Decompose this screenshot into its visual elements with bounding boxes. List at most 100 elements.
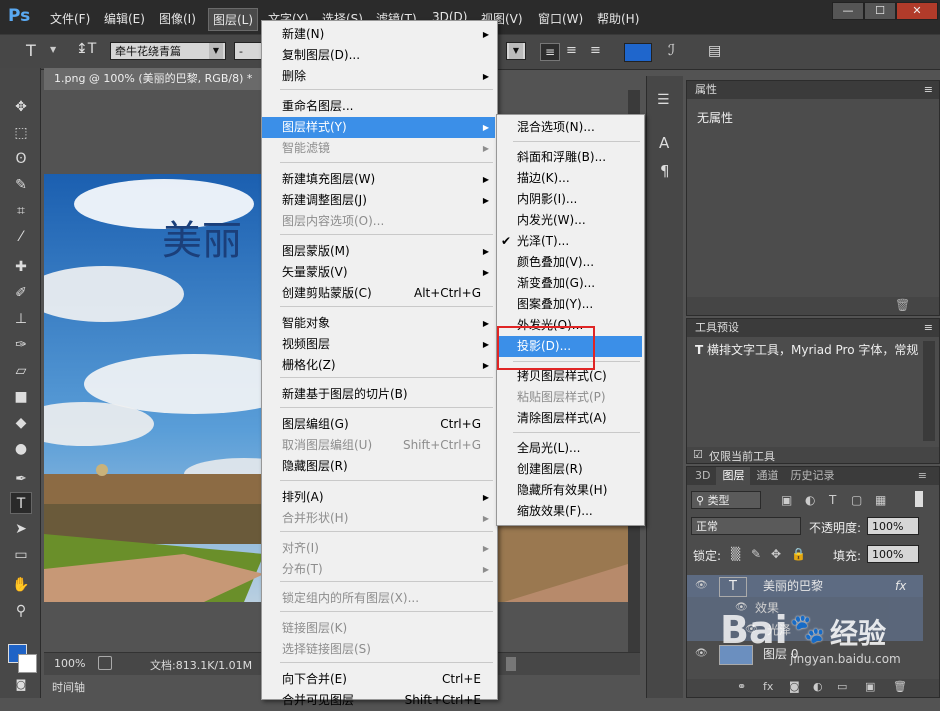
rectangle-tool-icon[interactable]: ▭ [10, 544, 32, 566]
new-group-icon[interactable]: ▭ [837, 680, 847, 693]
gradient-tool-icon[interactable]: ■ [10, 386, 32, 408]
move-tool-icon[interactable]: ✥ [10, 96, 32, 118]
layer-menu-item[interactable]: 对齐(I) ▶ [262, 538, 495, 559]
layer-comps-icon[interactable]: ☰ [657, 92, 670, 108]
menu-file[interactable]: 文件(F) [50, 10, 90, 27]
panel-menu-icon[interactable]: ≡ [912, 467, 933, 485]
character-panel-icon[interactable]: ▤ [708, 43, 721, 59]
layer-menu-item[interactable]: 视频图层 ▶ [262, 334, 495, 355]
layer-menu-item[interactable]: 新建调整图层(J) ▶ [262, 190, 495, 211]
layer-row[interactable]: 👁 T 美丽的巴黎 fx [687, 575, 923, 597]
status-menu-icon[interactable] [98, 656, 112, 670]
align-right-icon[interactable]: ≡ [590, 43, 601, 58]
eye-icon[interactable]: 👁 [695, 643, 708, 665]
style-menu-item[interactable]: 隐藏所有效果(H) [497, 480, 642, 501]
maximize-button[interactable]: ☐ [864, 2, 896, 20]
clone-stamp-tool-icon[interactable]: ⊥ [10, 308, 32, 330]
layer-menu-item[interactable]: 图层蒙版(M) ▶ [262, 241, 495, 262]
layer-menu-item[interactable]: 分布(T) ▶ [262, 559, 495, 580]
style-menu-item[interactable]: 颜色叠加(V)... [497, 252, 642, 273]
style-menu-item[interactable]: 内发光(W)... [497, 210, 642, 231]
timeline-tab[interactable]: 时间轴 [52, 679, 85, 695]
eye-icon[interactable]: 👁 [695, 575, 708, 597]
warp-text-icon[interactable]: ℐ [668, 41, 675, 59]
document-tab[interactable]: 1.png @ 100% (美丽的巴黎, RGB/8) * [44, 68, 266, 90]
layer-menu-item[interactable]: 锁定组内的所有图层(X)... [262, 588, 495, 609]
blend-mode-select[interactable]: 正常 [691, 517, 801, 535]
fill-input[interactable]: 100% [867, 545, 919, 563]
lock-transparency-icon[interactable]: ▒ [731, 547, 740, 561]
align-left-icon[interactable]: ≡ [540, 43, 560, 61]
layer-menu-item[interactable]: 图层编组(G) Ctrl+G [262, 414, 495, 435]
opacity-input[interactable]: 100% [867, 517, 919, 535]
preset-scrollbar[interactable] [923, 341, 935, 441]
antialias-select[interactable]: ▼ [506, 42, 526, 60]
style-menu-item[interactable]: 清除图层样式(A) [497, 408, 642, 429]
history-brush-tool-icon[interactable]: ✑ [10, 334, 32, 356]
add-style-icon[interactable]: fx [763, 680, 773, 693]
healing-brush-tool-icon[interactable]: ✚ [10, 256, 32, 278]
eraser-tool-icon[interactable]: ▱ [10, 360, 32, 382]
layer-menu-item[interactable]: 重命名图层... [262, 96, 495, 117]
filter-shape-icon[interactable]: ▢ [851, 493, 862, 507]
blur-tool-icon[interactable]: ◆ [10, 412, 32, 434]
type-tool-icon[interactable]: T [26, 41, 36, 60]
layer-menu-item[interactable]: 合并形状(H) ▶ [262, 508, 495, 529]
type-tool-icon[interactable]: T [10, 492, 32, 514]
filter-smart-object-icon[interactable]: ▦ [875, 493, 886, 507]
background-color-swatch[interactable] [18, 654, 37, 673]
toggle-orientation-icon[interactable]: ↨T [76, 41, 96, 57]
style-menu-item[interactable]: 缩放效果(F)... [497, 501, 642, 522]
layer-menu-item[interactable]: 复制图层(D)... [262, 45, 495, 66]
tool-preset-item[interactable]: T 横排文字工具，Myriad Pro 字体，常规 [695, 341, 921, 358]
paragraph-icon[interactable]: ¶ [660, 162, 670, 180]
brush-tool-icon[interactable]: ✐ [10, 282, 32, 304]
align-center-icon[interactable]: ≡ [566, 43, 577, 58]
layer-menu-item[interactable]: 图层样式(Y) ▶ [262, 117, 495, 138]
layer-filter-select[interactable]: ⚲ 类型 [691, 491, 761, 509]
link-layers-icon[interactable]: ⚭ [737, 680, 746, 693]
trash-icon[interactable]: 🗑 [895, 298, 910, 312]
fx-icon[interactable]: fx [895, 575, 906, 597]
filter-toggle[interactable] [915, 491, 923, 507]
style-menu-item[interactable]: 内阴影(I)... [497, 189, 642, 210]
layer-menu-item[interactable]: 合并可见图层 Shift+Ctrl+E [262, 690, 495, 711]
tool-presets-title[interactable]: 工具预设 [695, 321, 739, 334]
style-menu-item[interactable]: 粘贴图层样式(P) [497, 387, 642, 408]
trash-icon[interactable]: 🗑 [893, 680, 907, 693]
filter-adjustment-icon[interactable]: ◐ [805, 493, 815, 507]
text-color-swatch[interactable] [624, 43, 652, 62]
panel-menu-icon[interactable]: ≡ [924, 319, 933, 337]
layer-menu-item[interactable]: 排列(A) ▶ [262, 487, 495, 508]
style-menu-item[interactable]: 创建图层(R) [497, 459, 642, 480]
menu-image[interactable]: 图像(I) [159, 10, 196, 27]
layer-menu-item[interactable]: 删除 ▶ [262, 66, 495, 87]
filter-type-icon[interactable]: T [829, 493, 836, 507]
current-tool-checkbox[interactable]: ☑ [693, 448, 703, 461]
quick-select-tool-icon[interactable]: ✎ [10, 174, 32, 196]
menu-layer[interactable]: 图层(L) [208, 8, 259, 31]
tab-channels[interactable]: 通道 [750, 467, 784, 485]
menu-edit[interactable]: 编辑(E) [104, 10, 145, 27]
filter-pixel-icon[interactable]: ▣ [781, 493, 792, 507]
style-menu-item[interactable]: 图案叠加(Y)... [497, 294, 642, 315]
style-menu-item[interactable]: 渐变叠加(G)... [497, 273, 642, 294]
hand-tool-icon[interactable]: ✋ [10, 574, 32, 596]
layer-menu-item[interactable]: 智能滤镜 ▶ [262, 138, 495, 159]
font-family-select[interactable]: 牵牛花绕青篇 ▼ [110, 42, 226, 60]
crop-tool-icon[interactable]: ⌗ [10, 200, 32, 222]
layer-menu-item[interactable]: 新建填充图层(W) ▶ [262, 169, 495, 190]
zoom-level[interactable]: 100% [54, 657, 85, 670]
layer-menu-item[interactable]: 链接图层(K) [262, 618, 495, 639]
horizontal-scrollbar[interactable] [506, 657, 516, 671]
menu-window[interactable]: 窗口(W) [538, 10, 583, 27]
layer-menu-item[interactable]: 新建基于图层的切片(B) [262, 384, 495, 405]
layer-menu-item[interactable]: 向下合并(E) Ctrl+E [262, 669, 495, 690]
panel-menu-icon[interactable]: ≡ [924, 81, 933, 99]
zoom-tool-icon[interactable]: ⚲ [10, 600, 32, 622]
tab-layers[interactable]: 图层 [716, 467, 751, 485]
style-menu-item[interactable]: 斜面和浮雕(B)... [497, 147, 642, 168]
style-menu-item[interactable]: 全局光(L)... [497, 438, 642, 459]
path-selection-tool-icon[interactable]: ➤ [10, 518, 32, 540]
tab-history[interactable]: 历史记录 [784, 467, 840, 485]
